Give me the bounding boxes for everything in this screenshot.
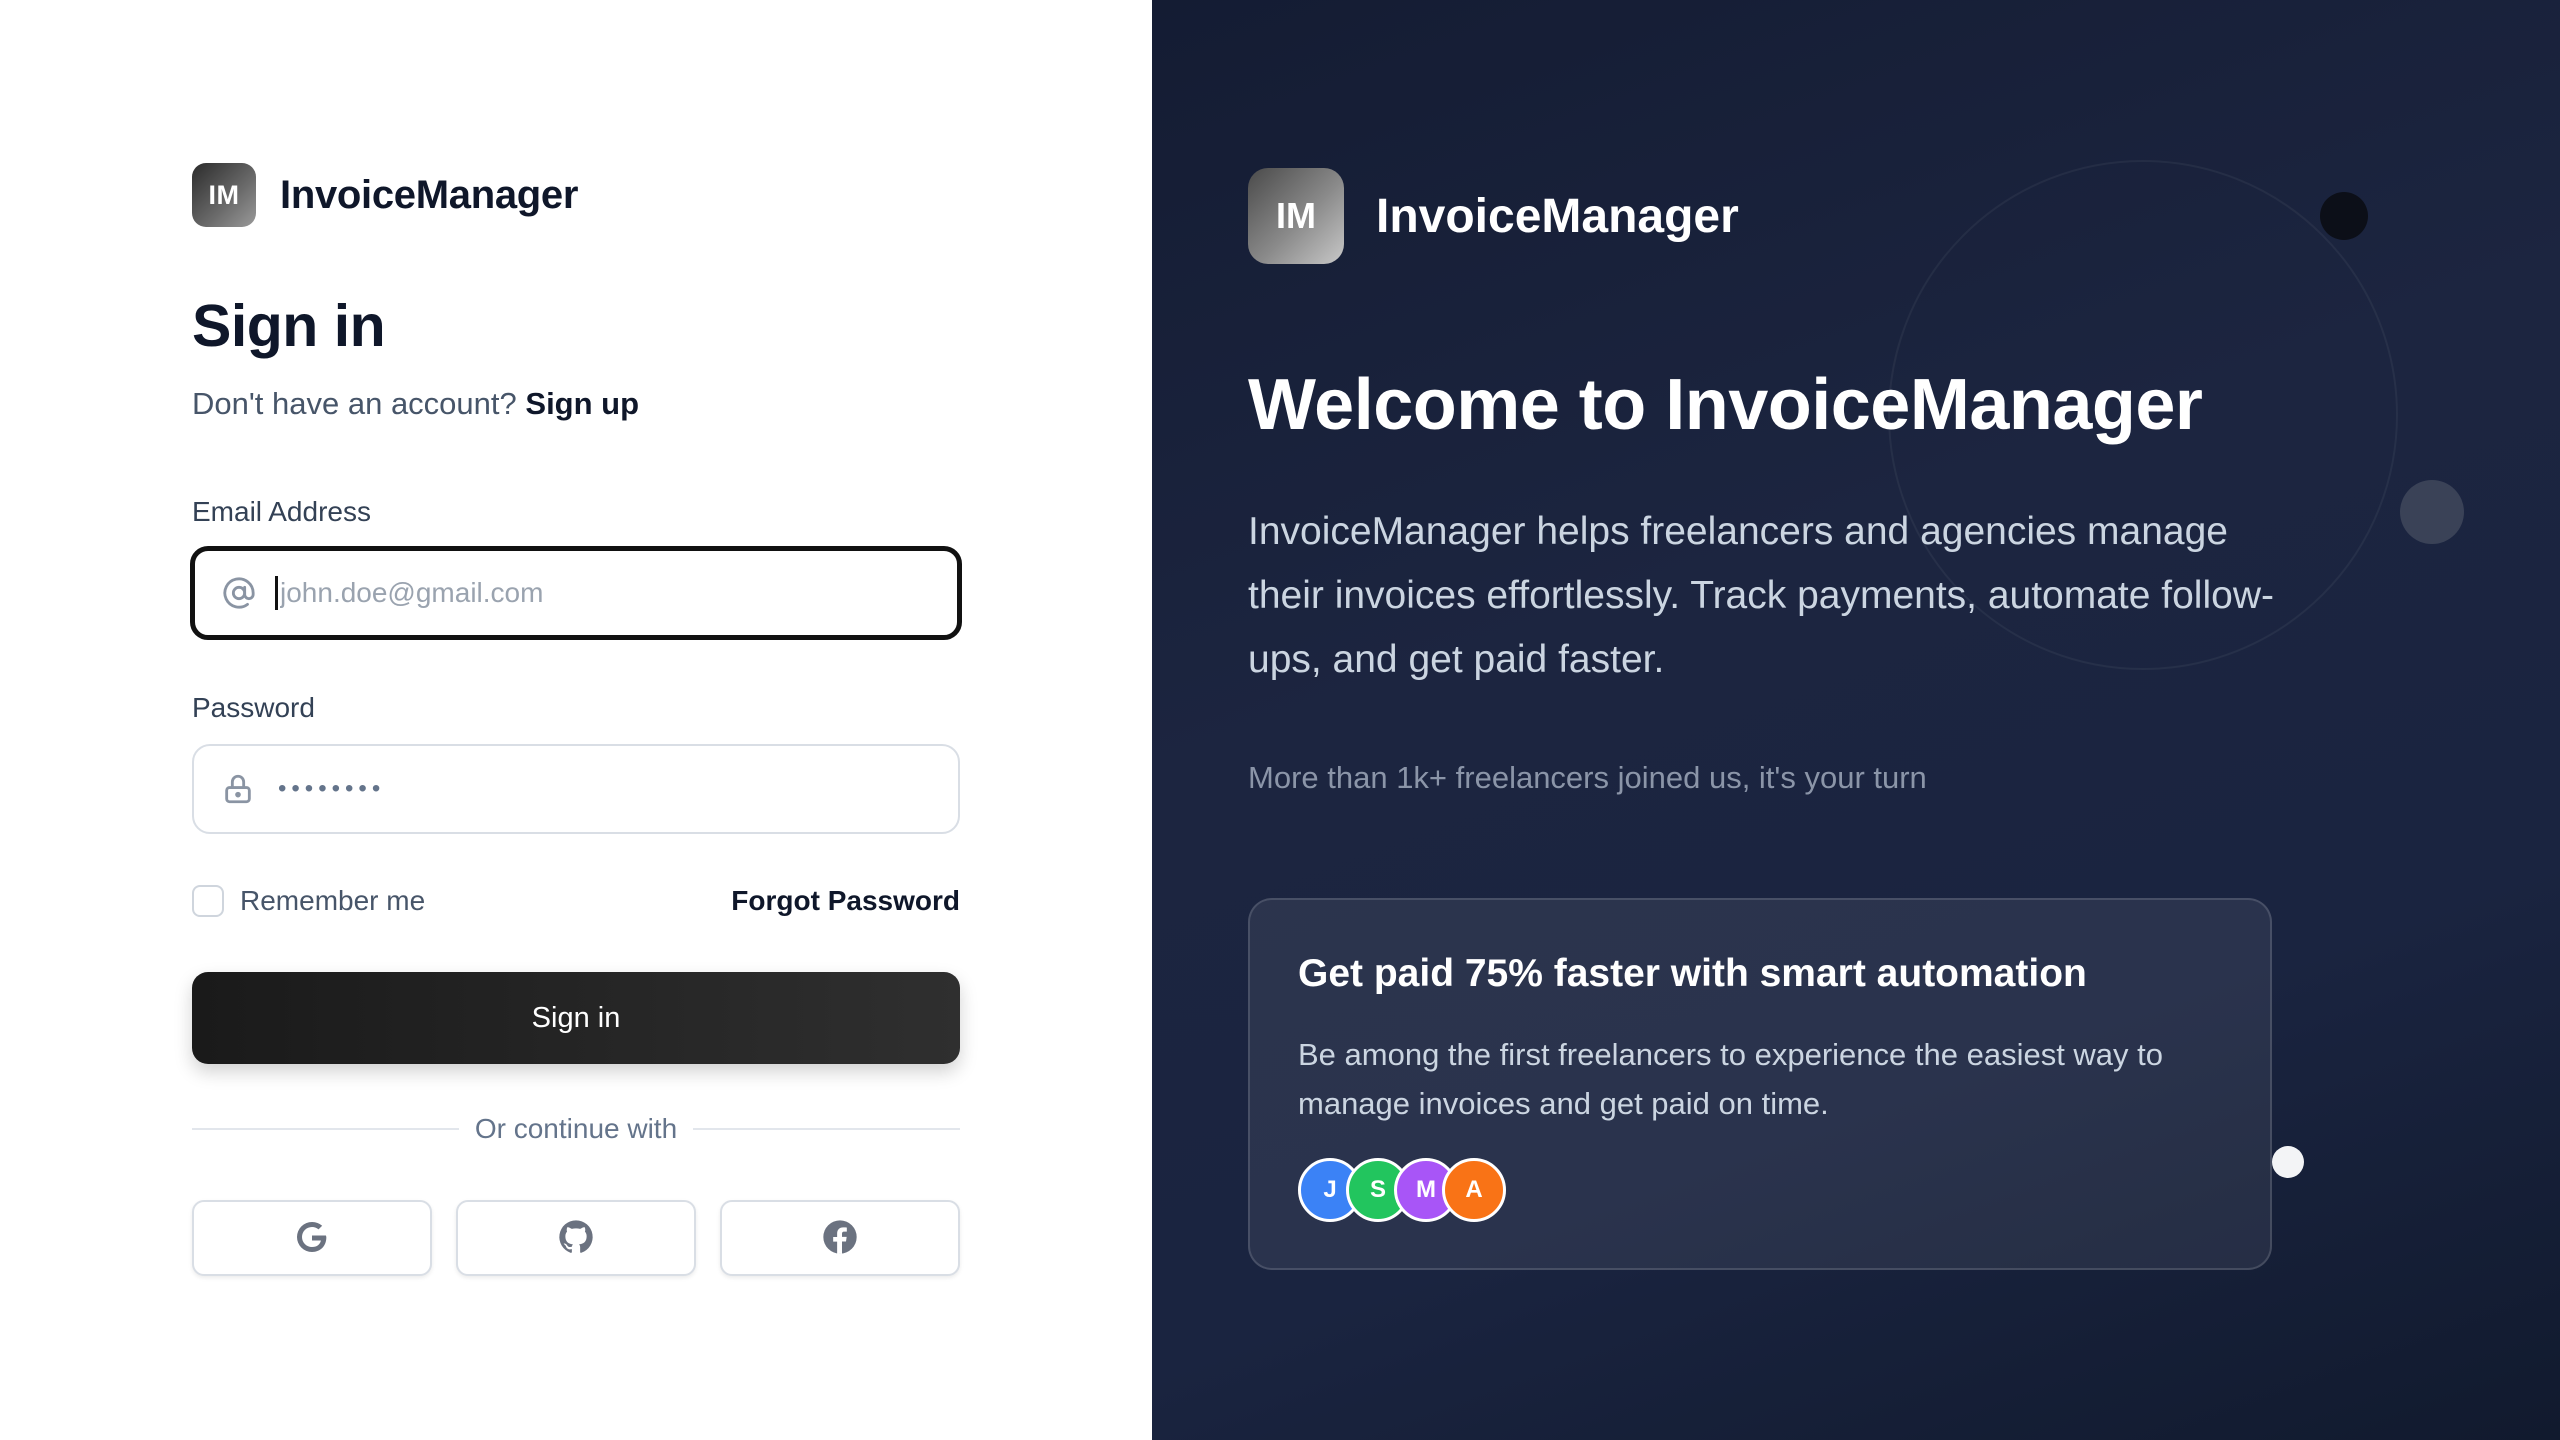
page-title: Sign in (192, 293, 386, 359)
avatar-stack: J S M A (1298, 1158, 1506, 1222)
facebook-login-button[interactable] (720, 1200, 960, 1276)
signin-panel: IM InvoiceManager Sign in Don't have an … (0, 0, 1152, 1440)
password-label: Password (192, 692, 315, 723)
google-icon (292, 1217, 332, 1260)
google-login-button[interactable] (192, 1200, 432, 1276)
forgot-password-link[interactable]: Forgot Password (731, 885, 960, 916)
welcome-heading: Welcome to InvoiceManager (1248, 365, 2203, 445)
promo-brand-logo: IM (1248, 168, 1344, 264)
lock-icon (218, 769, 258, 809)
password-field[interactable]: •••••••• (192, 744, 960, 834)
divider: Or continue with (192, 1113, 961, 1145)
signin-button[interactable]: Sign in (192, 972, 960, 1064)
github-login-button[interactable] (456, 1200, 696, 1276)
promo-brand-header: IM InvoiceManager (1248, 168, 1739, 264)
brand-header: IM InvoiceManager (192, 163, 578, 227)
github-icon (556, 1217, 596, 1260)
at-sign-icon (219, 573, 259, 613)
signup-link[interactable]: Sign up (525, 386, 639, 421)
promo-panel: IM InvoiceManager Welcome to InvoiceMana… (1152, 0, 2560, 1440)
text-cursor (275, 576, 278, 610)
decorative-dot-white (2272, 1146, 2304, 1178)
signup-prompt: Don't have an account? Sign up (192, 386, 639, 422)
joined-count-text: More than 1k+ freelancers joined us, it'… (1248, 760, 1927, 795)
facebook-icon (820, 1217, 860, 1260)
signup-prompt-text: Don't have an account? (192, 386, 517, 421)
brand-logo: IM (192, 163, 256, 227)
decorative-dot-grey (2400, 480, 2464, 544)
email-field[interactable] (190, 546, 962, 640)
brand-name: InvoiceManager (280, 172, 579, 217)
promo-card: Get paid 75% faster with smart automatio… (1248, 898, 2272, 1270)
decorative-dot-dark (2320, 192, 2368, 240)
divider-text: Or continue with (474, 1113, 678, 1144)
promo-description: InvoiceManager helps freelancers and age… (1248, 510, 2274, 681)
email-label: Email Address (192, 496, 371, 527)
divider-line-right (693, 1128, 961, 1130)
forgot-password-row: Forgot Password (192, 885, 960, 917)
avatar: A (1442, 1158, 1506, 1222)
promo-card-title: Get paid 75% faster with smart automatio… (1298, 952, 2087, 995)
promo-brand-name: InvoiceManager (1376, 189, 1739, 243)
email-input[interactable] (280, 577, 920, 609)
divider-line-left (192, 1128, 459, 1130)
social-login-row (192, 1200, 960, 1276)
password-input[interactable]: •••••••• (278, 775, 385, 803)
promo-card-text: Be among the first freelancers to experi… (1298, 1037, 2164, 1121)
